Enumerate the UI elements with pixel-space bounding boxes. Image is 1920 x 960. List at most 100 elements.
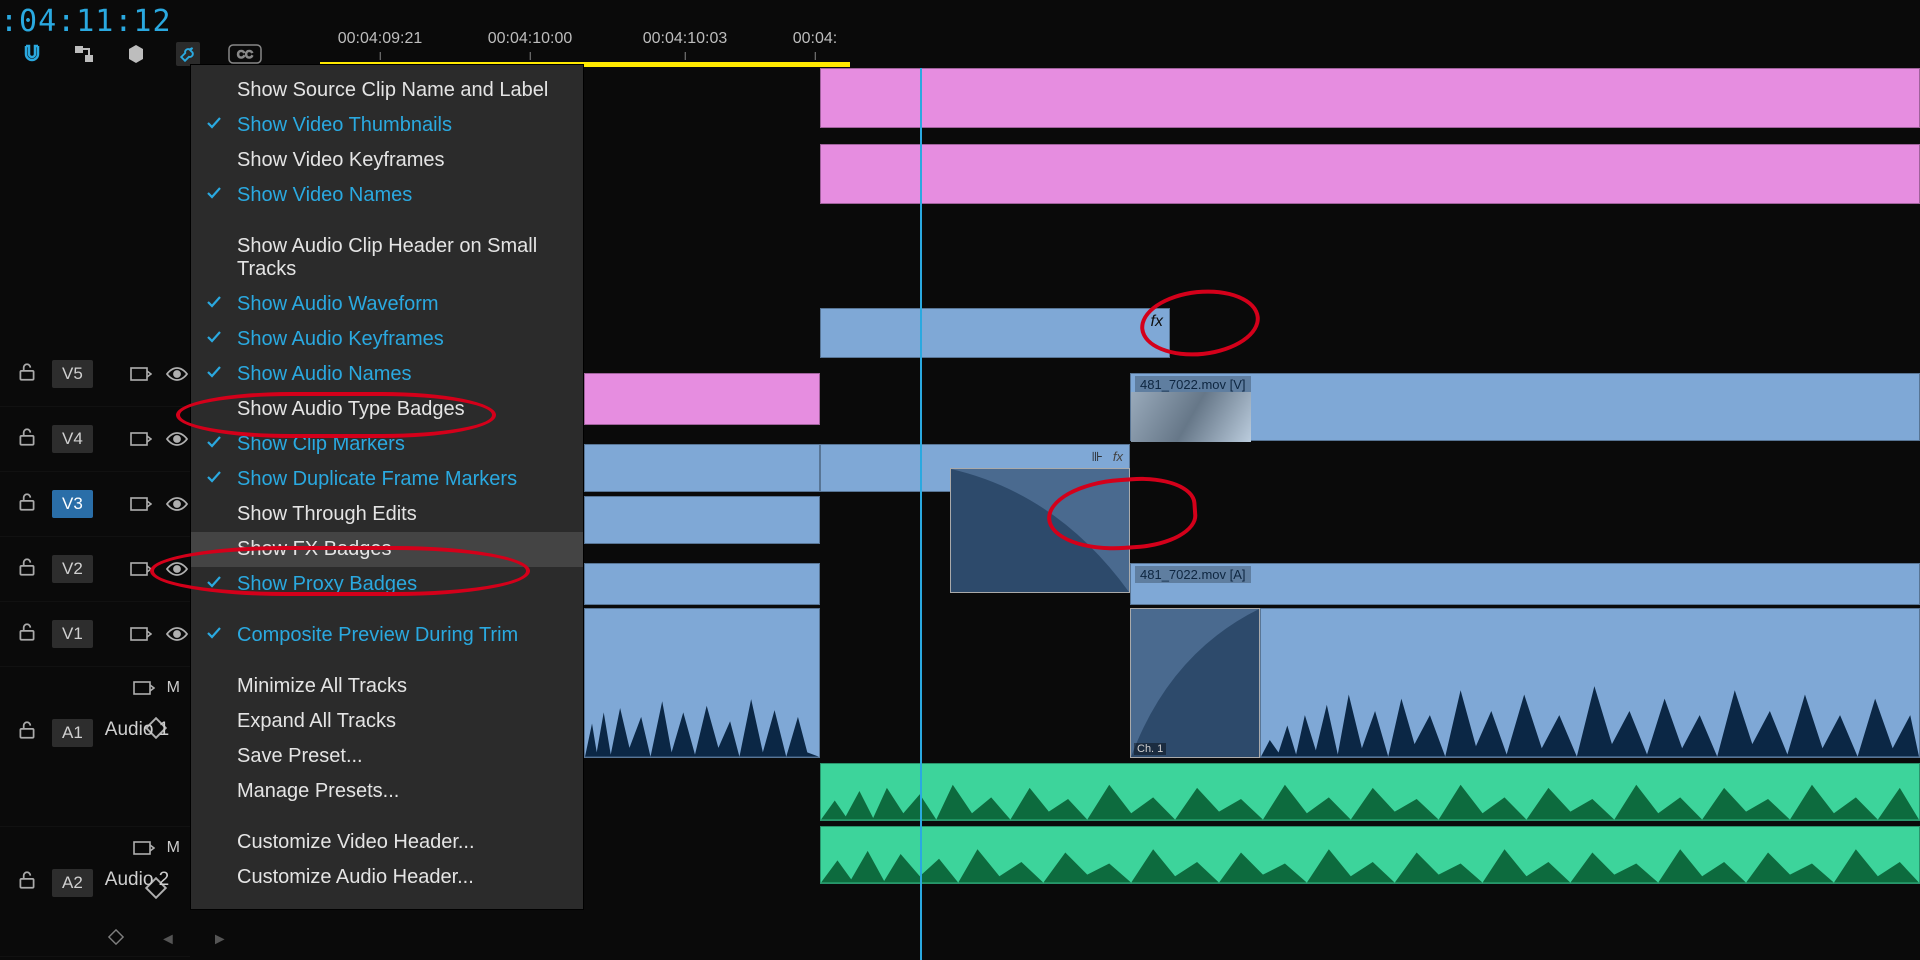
audio-clip[interactable] bbox=[584, 608, 820, 758]
menu-item[interactable]: Expand All Tracks bbox=[191, 704, 583, 739]
lock-icon[interactable] bbox=[16, 361, 38, 388]
menu-item-label: Save Preset... bbox=[237, 745, 363, 768]
fx-badge: fx bbox=[1113, 449, 1123, 464]
source-patch-icon[interactable] bbox=[133, 839, 155, 857]
keyframe-diamond-icon[interactable] bbox=[108, 929, 124, 950]
menu-item[interactable]: Show FX Badges bbox=[191, 532, 583, 567]
waveform bbox=[585, 668, 819, 757]
waveform bbox=[821, 772, 1919, 820]
menu-item-label: Show Video Thumbnails bbox=[237, 114, 452, 137]
track-label[interactable]: V1 bbox=[52, 620, 93, 648]
lock-icon[interactable] bbox=[16, 556, 38, 583]
next-keyframe-icon[interactable]: ► bbox=[212, 931, 228, 949]
lock-icon[interactable] bbox=[16, 426, 38, 453]
lock-icon[interactable] bbox=[16, 621, 38, 648]
clip-name-label: 481_7022.mov [V] bbox=[1135, 376, 1251, 393]
sequence-timecode[interactable]: :04:11:12 bbox=[0, 4, 172, 39]
audio-clip[interactable] bbox=[1260, 608, 1920, 758]
wrench-icon[interactable] bbox=[176, 42, 200, 66]
lock-icon[interactable] bbox=[16, 719, 38, 746]
eye-icon[interactable] bbox=[166, 495, 188, 513]
keyframe-diamond-icon[interactable] bbox=[145, 877, 167, 895]
track-label[interactable]: V2 bbox=[52, 555, 93, 583]
audio-type-icon: ⊪ bbox=[1092, 449, 1103, 465]
marker-icon[interactable] bbox=[124, 42, 148, 66]
menu-item[interactable]: Show Source Clip Name and Label bbox=[191, 73, 583, 108]
track-header-v4[interactable]: V4 bbox=[0, 407, 190, 472]
clip[interactable] bbox=[584, 373, 820, 425]
menu-item[interactable]: Show Audio Names bbox=[191, 357, 583, 392]
menu-item[interactable]: Show Audio Type Badges bbox=[191, 392, 583, 427]
lock-icon[interactable] bbox=[16, 869, 38, 896]
mute-button[interactable]: M bbox=[167, 679, 180, 697]
track-header-a1[interactable]: A1 Audio 1 M bbox=[0, 667, 190, 827]
menu-item[interactable]: Composite Preview During Trim bbox=[191, 618, 583, 653]
check-icon bbox=[205, 573, 223, 597]
eye-icon[interactable] bbox=[166, 625, 188, 643]
track-label[interactable]: V3 bbox=[52, 490, 93, 518]
prev-keyframe-icon[interactable]: ◄ bbox=[160, 931, 176, 949]
clip[interactable] bbox=[584, 496, 820, 544]
track-label[interactable]: A2 bbox=[52, 869, 93, 897]
menu-item[interactable]: Show Proxy Badges bbox=[191, 567, 583, 602]
source-patch-icon[interactable] bbox=[133, 679, 155, 697]
clip[interactable]: 481_7022.mov [A] bbox=[1130, 563, 1920, 605]
menu-item[interactable]: Show Duplicate Frame Markers bbox=[191, 462, 583, 497]
menu-item[interactable]: Minimize All Tracks bbox=[191, 669, 583, 704]
lock-icon[interactable] bbox=[16, 491, 38, 518]
keyframe-diamond-icon[interactable] bbox=[145, 717, 167, 735]
track-header-v2[interactable]: V2 bbox=[0, 537, 190, 602]
clip[interactable] bbox=[584, 444, 820, 492]
source-patch-icon[interactable] bbox=[130, 560, 152, 578]
audio-clip[interactable] bbox=[820, 826, 1920, 884]
menu-item-label: Show Audio Type Badges bbox=[237, 398, 465, 421]
menu-item[interactable]: Customize Audio Header... bbox=[191, 860, 583, 895]
menu-item[interactable]: Show Video Names bbox=[191, 178, 583, 213]
mute-button[interactable]: M bbox=[167, 839, 180, 857]
track-label[interactable]: V5 bbox=[52, 360, 93, 388]
audio-clip[interactable] bbox=[820, 763, 1920, 821]
menu-item[interactable]: Show Audio Clip Header on Small Tracks bbox=[191, 229, 583, 287]
eye-icon[interactable] bbox=[166, 430, 188, 448]
check-icon bbox=[205, 433, 223, 457]
clip[interactable] bbox=[820, 144, 1920, 204]
clip[interactable]: fx bbox=[820, 308, 1170, 358]
menu-item-label: Show Audio Waveform bbox=[237, 293, 439, 316]
source-patch-icon[interactable] bbox=[130, 430, 152, 448]
menu-item[interactable]: Show Audio Keyframes bbox=[191, 322, 583, 357]
linked-selection-icon[interactable] bbox=[72, 42, 96, 66]
track-header-v3[interactable]: V3 bbox=[0, 472, 190, 537]
menu-item[interactable]: Show Through Edits bbox=[191, 497, 583, 532]
clip[interactable] bbox=[584, 563, 820, 605]
waveform bbox=[821, 835, 1919, 883]
source-patch-icon[interactable] bbox=[130, 625, 152, 643]
menu-item[interactable]: Show Audio Waveform bbox=[191, 287, 583, 322]
source-patch-icon[interactable] bbox=[130, 495, 152, 513]
menu-item[interactable]: Manage Presets... bbox=[191, 774, 583, 809]
timeline-display-settings-menu[interactable]: Show Source Clip Name and Label Show Vide… bbox=[190, 64, 584, 910]
clip-fade[interactable] bbox=[950, 468, 1130, 593]
track-label[interactable]: V4 bbox=[52, 425, 93, 453]
track-header-v1[interactable]: V1 bbox=[0, 602, 190, 667]
time-ruler[interactable]: 00:04:09:21 00:04:10:00 00:04:10:03 00:0… bbox=[320, 30, 1920, 64]
menu-item[interactable]: Show Clip Markers bbox=[191, 427, 583, 462]
menu-item[interactable]: Show Video Thumbnails bbox=[191, 108, 583, 143]
ruler-tick: 00:04:09:21 bbox=[338, 30, 423, 48]
track-header-v5[interactable]: V5 bbox=[0, 342, 190, 407]
playhead[interactable] bbox=[920, 68, 922, 960]
source-patch-icon[interactable] bbox=[130, 365, 152, 383]
ruler-tick: 00:04: bbox=[793, 30, 837, 48]
track-label[interactable]: A1 bbox=[52, 719, 93, 747]
audio-clip-fade[interactable]: Ch. 1 bbox=[1130, 608, 1260, 758]
eye-icon[interactable] bbox=[166, 560, 188, 578]
clip[interactable]: 481_7022.mov [V] bbox=[1130, 373, 1920, 441]
snap-icon[interactable] bbox=[20, 42, 44, 66]
menu-item[interactable]: Save Preset... bbox=[191, 739, 583, 774]
check-icon bbox=[205, 184, 223, 208]
menu-item-label: Show Audio Clip Header on Small Tracks bbox=[237, 235, 569, 281]
clip[interactable] bbox=[820, 68, 1920, 128]
menu-item[interactable]: Customize Video Header... bbox=[191, 825, 583, 860]
cc-icon[interactable]: CC bbox=[228, 42, 262, 66]
eye-icon[interactable] bbox=[166, 365, 188, 383]
menu-item[interactable]: Show Video Keyframes bbox=[191, 143, 583, 178]
